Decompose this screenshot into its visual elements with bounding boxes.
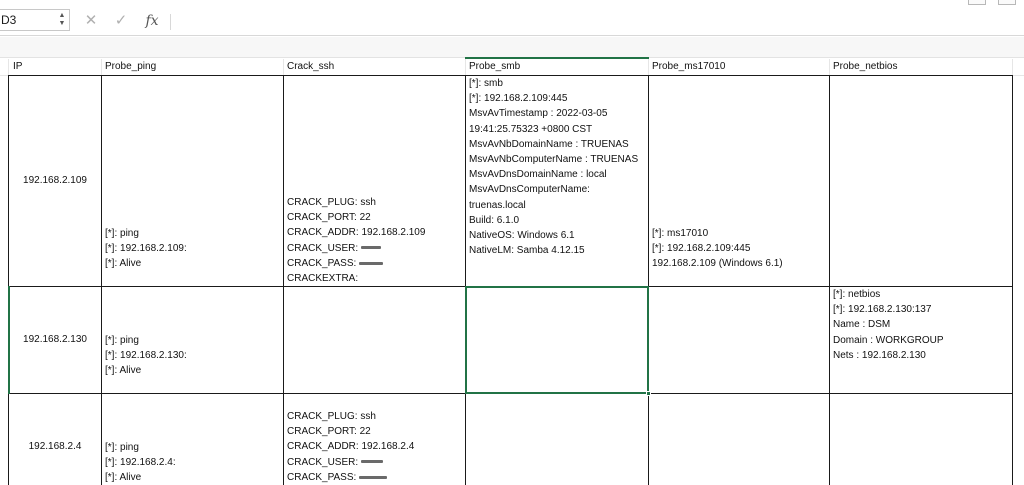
cell-ip[interactable]: 192.168.2.109 bbox=[9, 76, 101, 286]
selected-row-indicator bbox=[8, 286, 10, 394]
cell-probe-ping[interactable]: [*]: ping [*]: 192.168.2.109: [*]: Alive bbox=[102, 226, 283, 286]
column-header-band bbox=[0, 37, 1024, 58]
cell-line: CRACK_USER: bbox=[287, 456, 359, 468]
ip-value: 192.168.2.109 bbox=[23, 175, 87, 187]
cell-line: MsvAvNbDomainName : TRUENAS bbox=[469, 138, 629, 150]
header-probe-ping[interactable]: Probe_ping bbox=[102, 59, 282, 75]
cell-line: CRACK_PORT: 22 bbox=[287, 426, 371, 438]
enter-icon[interactable]: ✓ bbox=[114, 12, 128, 30]
header-crack-ssh[interactable]: Crack_ssh bbox=[284, 59, 464, 75]
redacted-value bbox=[359, 475, 388, 479]
cell-line: [*]: Alive bbox=[105, 365, 142, 377]
cell-ip[interactable]: 192.168.2.130 bbox=[9, 287, 101, 393]
cell-probe-smb[interactable]: [*]: smb [*]: 192.168.2.109:445 MsvAvTim… bbox=[466, 76, 648, 286]
cell-probe-ping[interactable]: [*]: ping [*]: 192.168.2.130: [*]: Alive bbox=[102, 333, 283, 393]
selected-column-indicator bbox=[465, 57, 649, 59]
fill-handle[interactable] bbox=[646, 391, 651, 396]
cell-line: truenas.local bbox=[469, 199, 526, 211]
cell-line: CRACK_PORT: 22 bbox=[287, 212, 371, 224]
name-box-value: D3 bbox=[1, 13, 17, 27]
cell-line: CRACK_PASS: bbox=[287, 257, 357, 269]
cell-line: [*]: smb bbox=[469, 78, 503, 89]
cell-line: [*]: 192.168.2.4: bbox=[105, 457, 176, 469]
table-border bbox=[829, 75, 830, 485]
cell-line: [*]: 192.168.2.130: bbox=[105, 350, 187, 362]
cell-line: 19:41:25.75323 +0800 CST bbox=[469, 123, 593, 135]
cell-line: [*]: Alive bbox=[105, 258, 142, 270]
cell-line: CRACKEXTRA: bbox=[287, 273, 359, 285]
ip-value: 192.168.2.130 bbox=[23, 334, 87, 346]
cell-line: [*]: ping bbox=[105, 442, 139, 453]
cell-line: [*]: Alive bbox=[105, 472, 142, 484]
cell-line: [*]: ping bbox=[105, 228, 139, 239]
gridline bbox=[8, 59, 9, 75]
cell-line: MsvAvDnsComputerName: bbox=[469, 184, 590, 196]
cell-probe-netbios[interactable]: [*]: netbios [*]: 192.168.2.130:137 Name… bbox=[830, 287, 1012, 393]
cell-line: MsvAvDnsDomainName : local bbox=[469, 169, 607, 181]
cell-line: NativeLM: Samba 4.12.15 bbox=[469, 245, 585, 257]
cell-line: [*]: ms17010 bbox=[652, 228, 709, 239]
cell-crack-ssh[interactable]: CRACK_PLUG: ssh CRACK_PORT: 22 CRACK_ADD… bbox=[284, 409, 465, 485]
header-probe-smb[interactable]: Probe_smb bbox=[466, 59, 647, 75]
cell-line: CRACK_PLUG: ssh bbox=[287, 411, 376, 422]
ip-value: 192.168.2.4 bbox=[28, 441, 82, 453]
cell-line: NativeOS: Windows 6.1 bbox=[469, 230, 575, 242]
insert-function-icon[interactable]: fx bbox=[143, 12, 161, 30]
cell-line: CRACK_PASS: bbox=[287, 471, 357, 483]
formula-input[interactable] bbox=[172, 9, 1024, 33]
cell-line: [*]: netbios bbox=[833, 289, 881, 300]
redacted-value bbox=[361, 460, 384, 464]
cell-line: [*]: 192.168.2.130:137 bbox=[833, 304, 932, 316]
cell-line: CRACK_ADDR: 192.168.2.4 bbox=[287, 441, 415, 453]
active-cell[interactable] bbox=[465, 286, 649, 394]
table-border bbox=[1012, 75, 1013, 485]
cell-ip[interactable]: 192.168.2.4 bbox=[9, 394, 101, 485]
spreadsheet-grid[interactable]: IP Probe_ping Crack_ssh Probe_smb Probe_… bbox=[0, 37, 1024, 485]
cell-line: Build: 6.1.0 bbox=[469, 214, 520, 226]
cell-line: MsvAvTimestamp : 2022-03-05 bbox=[469, 108, 608, 120]
cell-line: [*]: 192.168.2.109:445 bbox=[652, 243, 751, 255]
name-box[interactable]: D3 ▲ ▼ bbox=[0, 9, 70, 31]
cell-line: 192.168.2.109 (Windows 6.1) bbox=[652, 258, 783, 270]
cell-line: [*]: ping bbox=[105, 335, 139, 346]
cell-line: CRACK_PLUG: ssh bbox=[287, 197, 376, 208]
gridline bbox=[1012, 59, 1013, 75]
cell-line: CRACK_USER: bbox=[287, 242, 359, 254]
cell-crack-ssh[interactable]: CRACK_PLUG: ssh CRACK_PORT: 22 CRACK_ADD… bbox=[284, 195, 465, 286]
cancel-icon[interactable]: ✕ bbox=[84, 12, 98, 30]
cell-probe-ms17010[interactable]: [*]: ms17010 [*]: 192.168.2.109:445 192.… bbox=[649, 226, 829, 286]
ribbon-button[interactable] bbox=[998, 0, 1016, 5]
formula-bar: D3 ▲ ▼ ✕ ✓ fx bbox=[0, 6, 1024, 36]
cell-line: [*]: 192.168.2.109:445 bbox=[469, 93, 568, 105]
cell-line: CRACK_ADDR: 192.168.2.109 bbox=[287, 227, 426, 239]
cell-line: [*]: 192.168.2.109: bbox=[105, 243, 187, 255]
redacted-value bbox=[359, 261, 384, 265]
cell-line: Nets : 192.168.2.130 bbox=[833, 349, 926, 361]
name-box-stepper-icon[interactable]: ▲ ▼ bbox=[57, 12, 67, 28]
cell-line: Name : DSM bbox=[833, 319, 891, 331]
cell-line: Domain : WORKGROUP bbox=[833, 334, 944, 346]
ribbon-button[interactable] bbox=[968, 0, 986, 5]
cell-probe-ping[interactable]: [*]: ping [*]: 192.168.2.4: [*]: Alive bbox=[102, 440, 283, 485]
header-probe-netbios[interactable]: Probe_netbios bbox=[830, 59, 1011, 75]
header-ip[interactable]: IP bbox=[10, 59, 100, 75]
header-probe-ms17010[interactable]: Probe_ms17010 bbox=[649, 59, 828, 75]
redacted-value bbox=[361, 246, 382, 250]
cell-line: MsvAvNbComputerName : TRUENAS bbox=[469, 154, 639, 166]
formula-bar-divider bbox=[170, 14, 171, 30]
